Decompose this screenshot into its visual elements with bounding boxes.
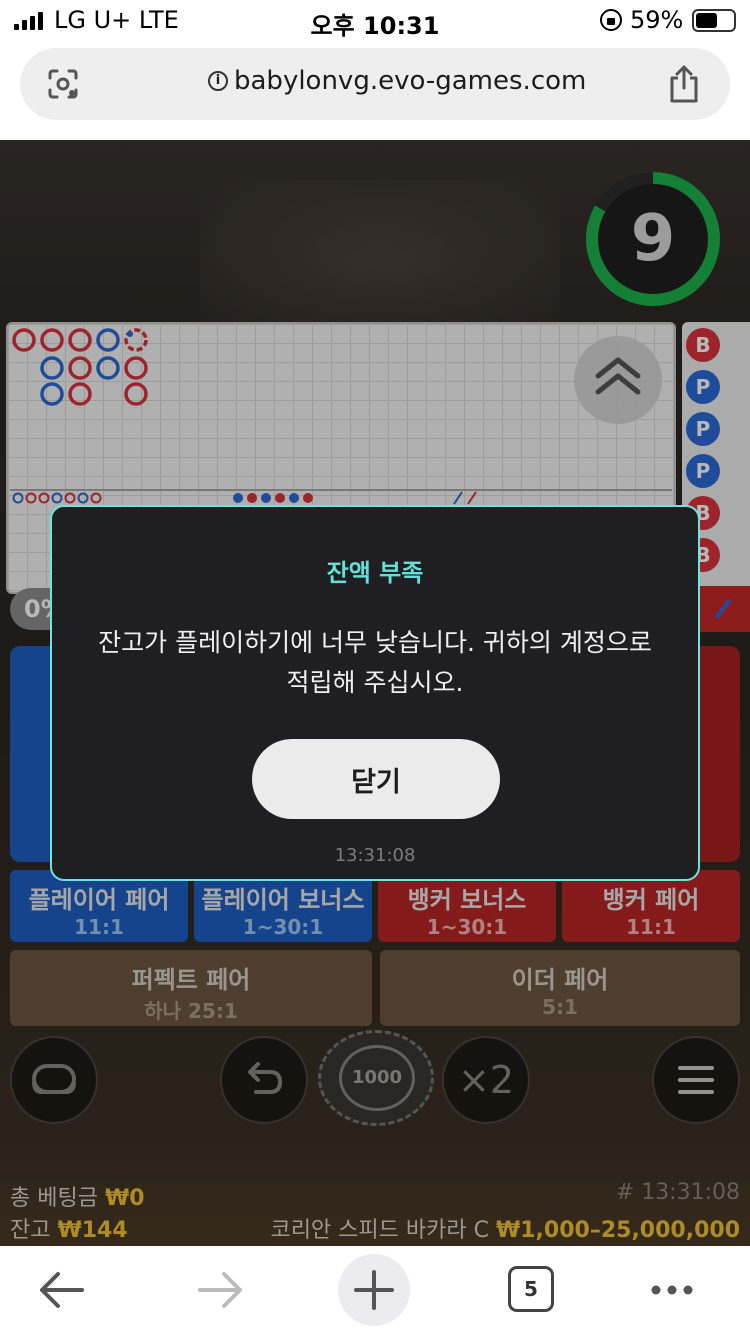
- info-icon[interactable]: i: [208, 71, 228, 91]
- orientation-lock-icon: [600, 9, 622, 31]
- browser-header: i babylonvg.evo-games.com: [0, 42, 750, 140]
- url-text: babylonvg.evo-games.com: [234, 66, 587, 96]
- share-icon[interactable]: [666, 64, 702, 104]
- camera-search-icon[interactable]: [46, 68, 80, 100]
- battery-level: [696, 13, 718, 28]
- status-bar: LG U+ LTE 오후 10:31 59%: [0, 0, 750, 42]
- more-icon[interactable]: [636, 1254, 708, 1326]
- dialog-timestamp: 13:31:08: [334, 845, 416, 866]
- new-tab-button[interactable]: [338, 1254, 410, 1326]
- dialog-message: 잔고가 플레이하기에 너무 낮습니다. 귀하의 계정으로 적립해 주십시오.: [98, 628, 652, 697]
- url-display[interactable]: i babylonvg.evo-games.com: [208, 66, 586, 96]
- insufficient-balance-dialog: 잔액 부족 잔고가 플레이하기에 너무 낮습니다. 귀하의 계정으로 적립해 주…: [50, 505, 700, 881]
- battery-percent: 59%: [630, 6, 684, 34]
- browser-toolbar: 5: [0, 1246, 750, 1334]
- dialog-title: 잔액 부족: [326, 559, 424, 587]
- close-button[interactable]: 닫기: [252, 739, 500, 819]
- forward-arrow-icon[interactable]: [184, 1254, 256, 1326]
- tabs-button[interactable]: 5: [508, 1266, 554, 1312]
- battery-icon: [692, 9, 736, 32]
- back-arrow-icon[interactable]: [26, 1254, 98, 1326]
- address-bar[interactable]: i babylonvg.evo-games.com: [20, 48, 730, 120]
